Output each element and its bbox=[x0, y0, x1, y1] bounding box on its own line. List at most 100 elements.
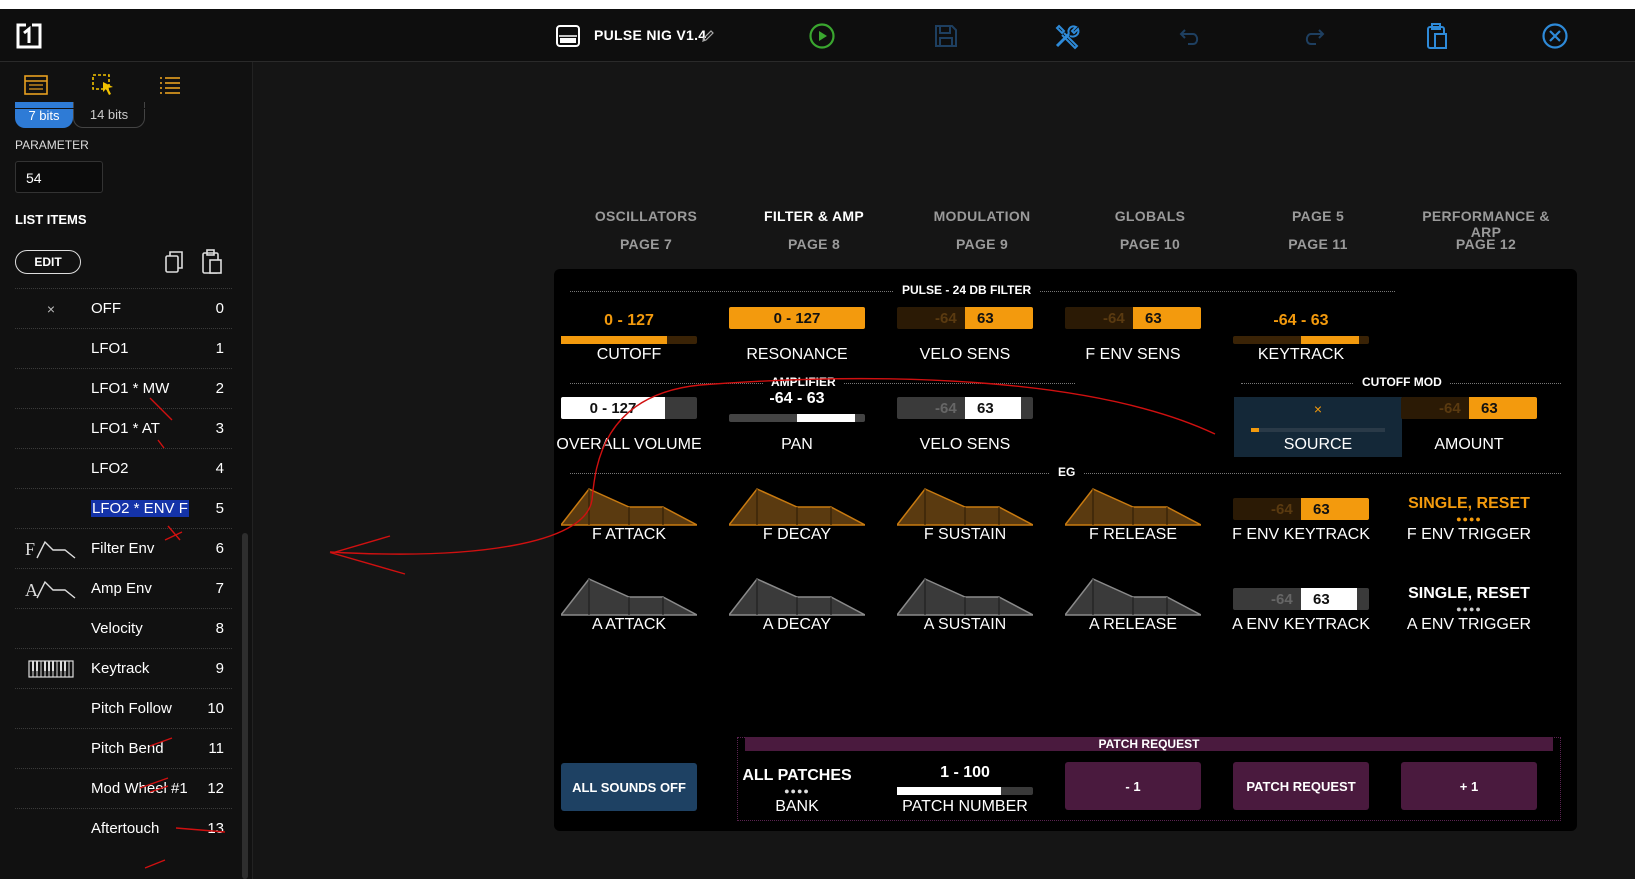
all-sounds-off-button[interactable]: ALL SOUNDS OFF bbox=[561, 763, 697, 811]
list-item[interactable]: Aftertouch 13 bbox=[15, 808, 232, 849]
amplifier-section-title: AMPLIFIER bbox=[763, 375, 844, 389]
filter-amp-panel: PULSE - 24 DB FILTER AMPLIFIER CUTOFF MO… bbox=[554, 269, 1577, 831]
bank-dots: ●●●● bbox=[784, 786, 810, 796]
undo-icon[interactable] bbox=[1173, 19, 1207, 53]
list-item[interactable]: × OFF 0 bbox=[15, 288, 232, 329]
tab-page5-page[interactable]: PAGE 11 bbox=[1243, 236, 1393, 252]
bank-value[interactable]: ALL PATCHES bbox=[722, 767, 872, 785]
edit-title-icon[interactable] bbox=[699, 19, 717, 53]
source-label: SOURCE bbox=[1283, 436, 1353, 453]
keytrack-value: -64 - 63 bbox=[1273, 312, 1329, 329]
list-item[interactable]: LFO1 1 bbox=[15, 328, 232, 369]
list-item[interactable]: Keytrack 9 bbox=[15, 648, 232, 689]
tab-filter-amp-page[interactable]: PAGE 8 bbox=[739, 236, 889, 252]
f-env-keytrack-label: F ENV KEYTRACK bbox=[1232, 526, 1370, 543]
f-env-trigger-label: F ENV TRIGGER bbox=[1406, 526, 1532, 543]
a-env-keytrack-control[interactable]: -64 63 bbox=[1233, 588, 1369, 610]
f-env-keytrack-control[interactable]: -64 63 bbox=[1233, 498, 1369, 520]
tab-oscillators[interactable]: OSCILLATORS bbox=[571, 208, 721, 224]
pan-value: -64 - 63 bbox=[769, 390, 825, 407]
list-item[interactable]: LFO1 * MW 2 bbox=[15, 368, 232, 409]
a-env-trigger-value[interactable]: SINGLE, RESET bbox=[1394, 585, 1544, 603]
tab-oscillators-page[interactable]: PAGE 7 bbox=[571, 236, 721, 252]
list-item[interactable]: Pitch Follow 10 bbox=[15, 688, 232, 729]
svg-text:A: A bbox=[25, 580, 38, 600]
a-sustain-envelope[interactable] bbox=[897, 577, 1033, 617]
f-release-envelope[interactable] bbox=[1065, 487, 1201, 527]
patch-title: PULSE NIG V1.4 bbox=[594, 27, 707, 43]
patch-number-slider[interactable] bbox=[897, 787, 1033, 795]
a-attack-envelope[interactable] bbox=[561, 577, 697, 617]
resonance-control[interactable]: 0 - 127 bbox=[729, 307, 865, 329]
edit-button[interactable]: EDIT bbox=[15, 250, 81, 274]
parameter-label: PARAMETER bbox=[15, 138, 89, 152]
f-decay-envelope[interactable] bbox=[729, 487, 865, 527]
patch-request-button[interactable]: PATCH REQUEST bbox=[1233, 762, 1369, 810]
resonance-label: RESONANCE bbox=[746, 346, 848, 363]
list-item-selected[interactable]: LFO2 * ENV F 5 bbox=[15, 488, 232, 529]
tab-filter-amp[interactable]: FILTER & AMP bbox=[739, 208, 889, 224]
patch-minus-button[interactable]: - 1 bbox=[1065, 762, 1201, 810]
f-sustain-envelope[interactable] bbox=[897, 487, 1033, 527]
cutoff-mod-section-title: CUTOFF MOD bbox=[1354, 375, 1450, 389]
window-top-strip bbox=[0, 0, 1635, 9]
bank-label: BANK bbox=[775, 798, 819, 815]
a-release-envelope[interactable] bbox=[1065, 577, 1201, 617]
paste-icon[interactable] bbox=[201, 249, 223, 280]
f-sustain-label: F SUSTAIN bbox=[923, 526, 1007, 543]
keytrack-fill bbox=[1301, 336, 1360, 344]
copy-icon[interactable] bbox=[164, 250, 184, 279]
list-item[interactable]: A Amp Env 7 bbox=[15, 568, 232, 609]
list-item[interactable]: Pitch Bend 11 bbox=[15, 728, 232, 769]
list-tab-icon[interactable] bbox=[155, 72, 185, 98]
app-logo-icon[interactable] bbox=[12, 19, 46, 53]
filter-velo-sens-label: VELO SENS bbox=[919, 346, 1011, 363]
tab-page5[interactable]: PAGE 5 bbox=[1243, 208, 1393, 224]
patch-number-value: 1 - 100 bbox=[940, 764, 990, 781]
redo-icon[interactable] bbox=[1297, 19, 1331, 53]
f-env-sens-control[interactable]: -64 63 bbox=[1065, 307, 1201, 329]
a-decay-envelope[interactable] bbox=[729, 577, 865, 617]
filter-section-title: PULSE - 24 DB FILTER bbox=[894, 283, 1040, 297]
pan-slider[interactable] bbox=[729, 414, 865, 422]
cutoff-slider[interactable] bbox=[561, 336, 697, 344]
keyboard-icon bbox=[20, 657, 82, 681]
filter-velo-sens-control[interactable]: -64 63 bbox=[897, 307, 1033, 329]
close-icon[interactable] bbox=[1538, 19, 1572, 53]
list-item[interactable]: LFO1 * AT 3 bbox=[15, 408, 232, 449]
parameter-input[interactable]: 54 bbox=[15, 161, 103, 193]
select-tab-icon[interactable] bbox=[89, 72, 119, 98]
bits-7-button[interactable]: 7 bits bbox=[15, 102, 73, 128]
tab-performance-arp-page[interactable]: PAGE 12 bbox=[1411, 236, 1561, 252]
cutoff-label: CUTOFF bbox=[596, 346, 662, 363]
keytrack-slider[interactable] bbox=[1233, 336, 1369, 344]
f-env-trigger-value[interactable]: SINGLE, RESET bbox=[1394, 495, 1544, 513]
tools-icon[interactable] bbox=[1050, 19, 1084, 53]
eg-section-title: EG bbox=[1050, 465, 1084, 479]
play-icon[interactable] bbox=[805, 19, 839, 53]
save-icon[interactable] bbox=[929, 19, 963, 53]
list-item[interactable]: LFO2 4 bbox=[15, 448, 232, 489]
tab-modulation-page[interactable]: PAGE 9 bbox=[907, 236, 1057, 252]
cutoff-fill bbox=[561, 336, 668, 344]
clipboard-icon[interactable] bbox=[1419, 19, 1453, 53]
tab-modulation[interactable]: MODULATION bbox=[907, 208, 1057, 224]
f-attack-envelope[interactable] bbox=[561, 487, 697, 527]
amp-velo-sens-control[interactable]: -64 63 bbox=[897, 397, 1033, 419]
sidebar-scrollbar[interactable] bbox=[242, 533, 248, 879]
f-decay-label: F DECAY bbox=[762, 526, 832, 543]
overall-volume-control[interactable]: 0 - 127 bbox=[561, 397, 697, 419]
tab-globals[interactable]: GLOBALS bbox=[1075, 208, 1225, 224]
list-item[interactable]: Velocity 8 bbox=[15, 608, 232, 649]
patch-number-label: PATCH NUMBER bbox=[902, 798, 1028, 815]
list-item[interactable]: Mod Wheel #1 12 bbox=[15, 768, 232, 809]
filter-env-icon: F bbox=[20, 537, 82, 561]
a-sustain-label: A SUSTAIN bbox=[923, 616, 1007, 633]
patch-plus-button[interactable]: + 1 bbox=[1401, 762, 1537, 810]
bits-14-button[interactable]: 14 bits bbox=[73, 102, 145, 128]
amount-control[interactable]: -64 63 bbox=[1401, 397, 1537, 419]
source-value: × bbox=[1313, 401, 1323, 417]
tab-globals-page[interactable]: PAGE 10 bbox=[1075, 236, 1225, 252]
layout-tab-icon[interactable] bbox=[21, 72, 51, 98]
list-item[interactable]: F Filter Env 6 bbox=[15, 528, 232, 569]
